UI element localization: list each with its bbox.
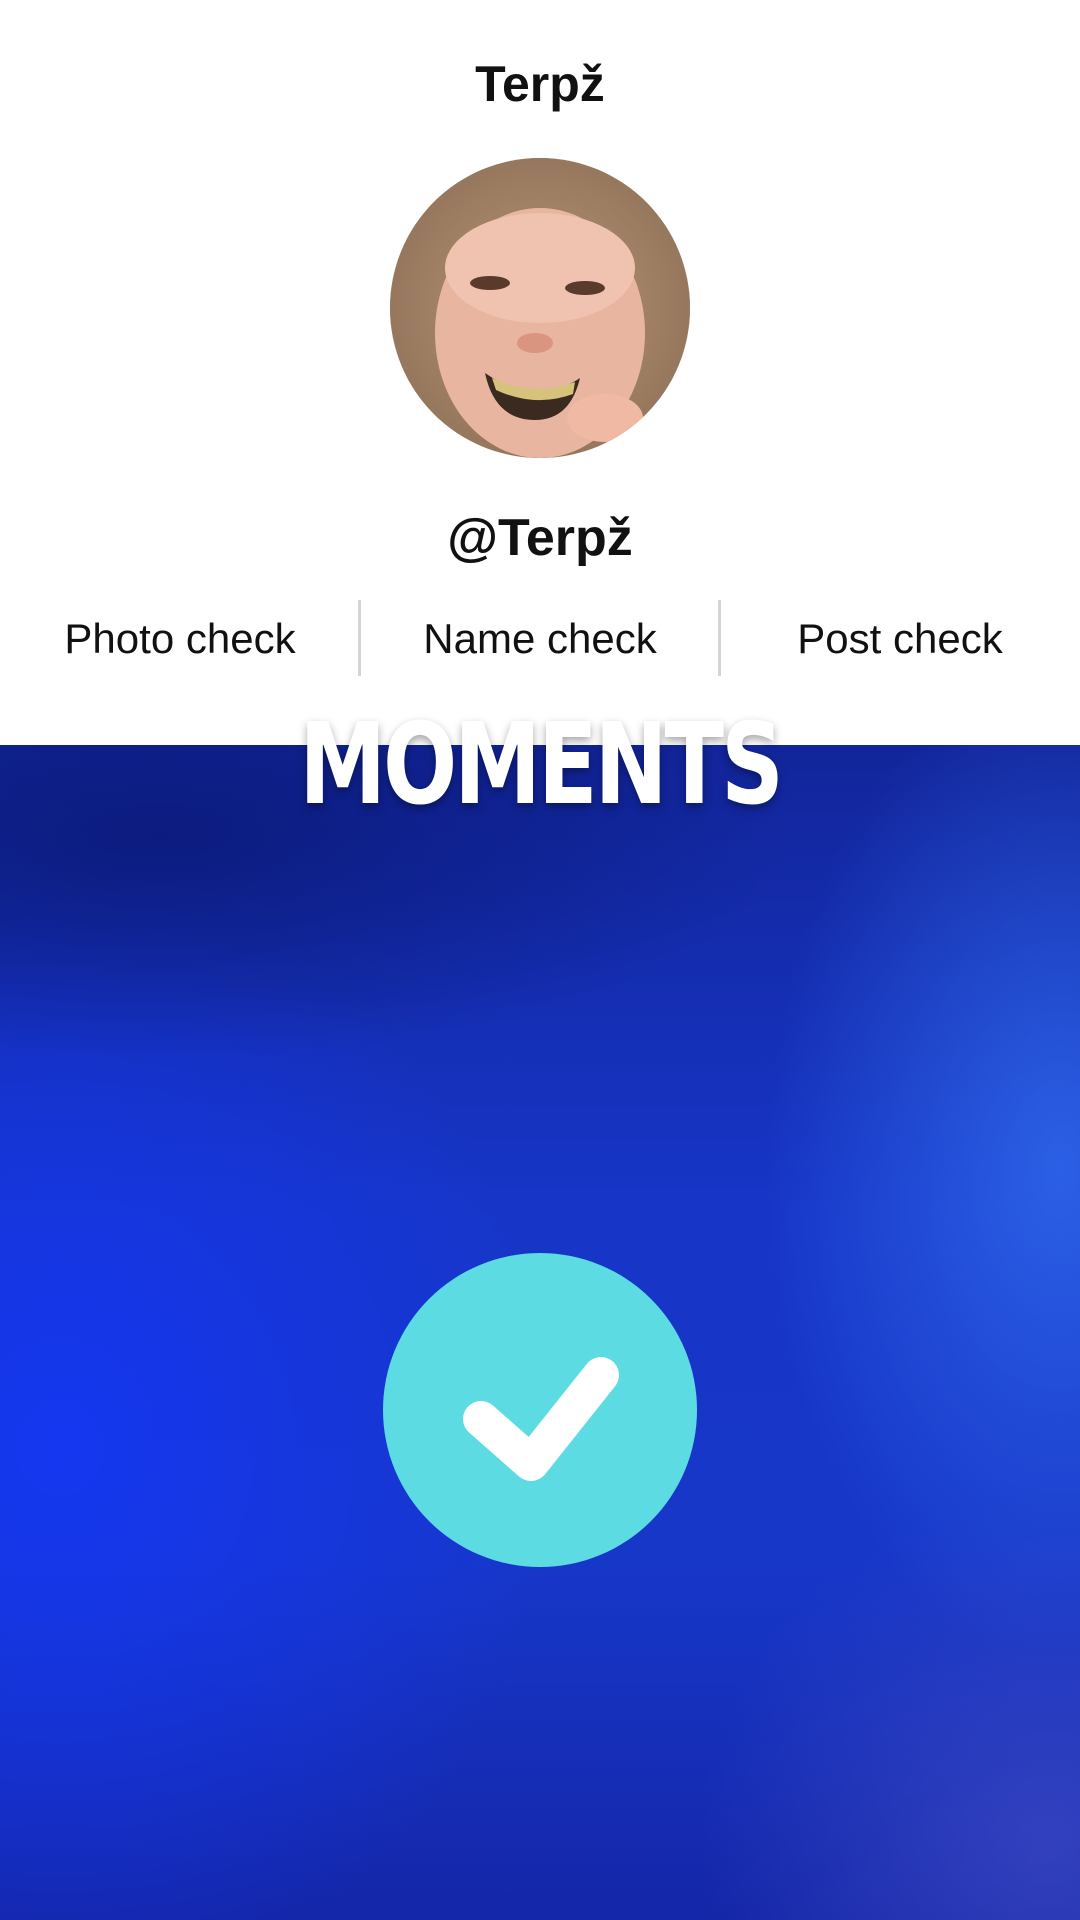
checkmark-icon — [463, 1357, 619, 1481]
profile-panel: Terpž @Terpž Photo check Name check Post… — [0, 0, 1080, 745]
avatar-image — [390, 158, 690, 458]
profile-title: Terpž — [475, 56, 605, 112]
tab-post-check[interactable]: Post check — [720, 600, 1080, 678]
avatar[interactable] — [390, 158, 690, 458]
verified-check-button[interactable] — [383, 1253, 697, 1567]
moments-caption: MOMENTS — [299, 700, 784, 830]
check-tabs: Photo check Name check Post check — [0, 600, 1080, 678]
tab-name-check[interactable]: Name check — [360, 600, 720, 678]
profile-handle: @Terpž — [447, 509, 633, 567]
tab-photo-check[interactable]: Photo check — [0, 600, 360, 678]
